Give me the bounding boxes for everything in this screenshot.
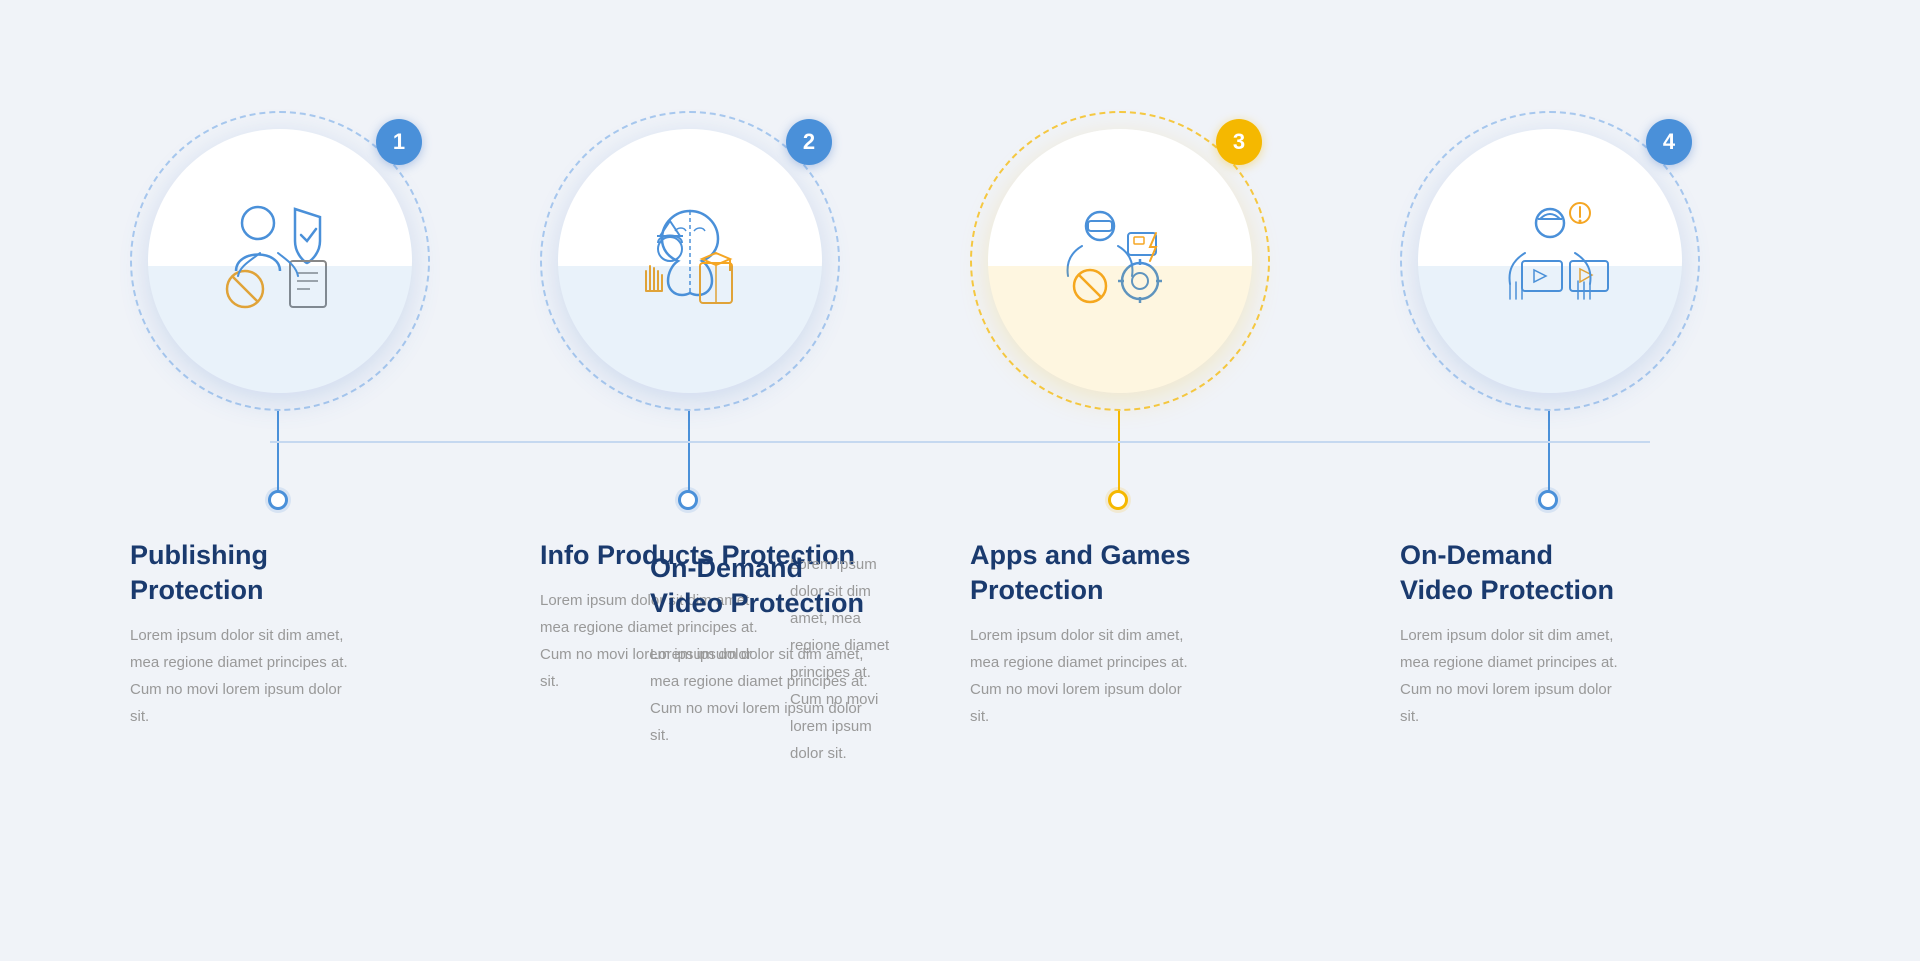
step-4: 4 On-DemandVideo Protection Lorem ipsum … (1400, 111, 1780, 730)
step-3-left-title: On-DemandVideo Protection (650, 551, 864, 621)
step-1: 1 PublishingProtection Lorem ipsum dolor… (130, 111, 470, 730)
infographic: 1 PublishingProtection Lorem ipsum dolor… (50, 51, 1870, 911)
step-2-circle: 2 (540, 111, 840, 411)
step-4-desc: Lorem ipsum dolor sit dim amet, mea regi… (1400, 622, 1630, 730)
step-3-circle: 3 (970, 111, 1270, 411)
step-3: 3 On-DemandVideo Protection Lorem ipsum … (970, 111, 1350, 730)
step-1-title: PublishingProtection (130, 538, 470, 608)
step-3-left-desc: Lorem ipsum dolor sit dim amet, mea regi… (650, 641, 870, 749)
step-3-badge: 3 (1216, 119, 1262, 165)
step-4-badge: 4 (1646, 119, 1692, 165)
step-2-badge: 2 (786, 119, 832, 165)
step-1-circle: 1 (130, 111, 430, 411)
step-1-desc: Lorem ipsum dolor sit dim amet, mea regi… (130, 622, 360, 730)
step-4-circle: 4 (1400, 111, 1700, 411)
timeline-line (270, 441, 1650, 443)
step-3-title: Apps and GamesProtection (970, 538, 1350, 608)
step-1-badge: 1 (376, 119, 422, 165)
step-4-title: On-DemandVideo Protection (1400, 538, 1780, 608)
step-3-desc: Lorem ipsum dolor sit dim amet, mea regi… (970, 622, 1200, 730)
